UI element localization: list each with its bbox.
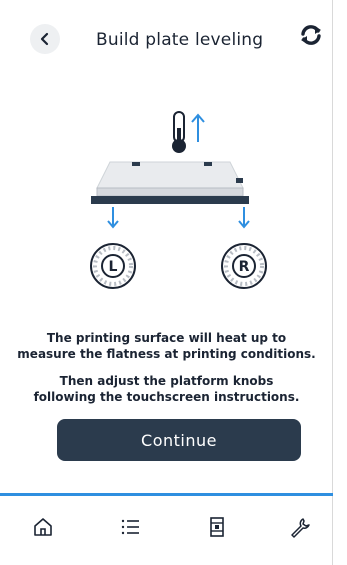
leveling-illustration: L R [90, 111, 267, 289]
down-arrow-right-icon [238, 207, 250, 229]
wrench-icon [291, 518, 310, 538]
right-knob-label: R [239, 259, 250, 275]
instruction-line-1: The printing surface will heat up to [46, 331, 287, 345]
heat-up-arrow-icon [191, 113, 205, 142]
tab-list[interactable] [115, 512, 145, 542]
instruction-line-2: measure the flatness at printing conditi… [17, 347, 316, 361]
thermometer-icon [172, 111, 186, 153]
list-icon [121, 519, 139, 535]
header: Build plate leveling [0, 0, 333, 80]
left-knob-label: L [109, 259, 118, 275]
home-icon [34, 518, 52, 536]
page-title: Build plate leveling [96, 30, 264, 50]
right-knob: R [221, 243, 267, 289]
tab-maintenance[interactable] [285, 512, 315, 542]
chevron-left-icon [40, 32, 49, 46]
screen-edge [332, 0, 347, 565]
continue-button[interactable]: Continue [57, 419, 301, 461]
tab-printer[interactable] [202, 512, 232, 542]
sync-icon [301, 25, 321, 45]
instruction-line-3: Then adjust the platform knobs [59, 374, 274, 388]
build-plate [91, 161, 249, 204]
bottom-tabbar [0, 496, 333, 565]
left-knob: L [90, 243, 136, 289]
down-arrow-left-icon [107, 207, 119, 229]
instruction-heat: The printing surface will heat up to mea… [0, 330, 333, 362]
printer-icon [210, 517, 224, 537]
tab-home[interactable] [28, 512, 58, 542]
instruction-line-4: following the touchscreen instructions. [33, 390, 300, 404]
instruction-adjust: Then adjust the platform knobs following… [0, 373, 333, 405]
back-button[interactable] [30, 24, 60, 54]
sync-button[interactable] [298, 22, 324, 48]
